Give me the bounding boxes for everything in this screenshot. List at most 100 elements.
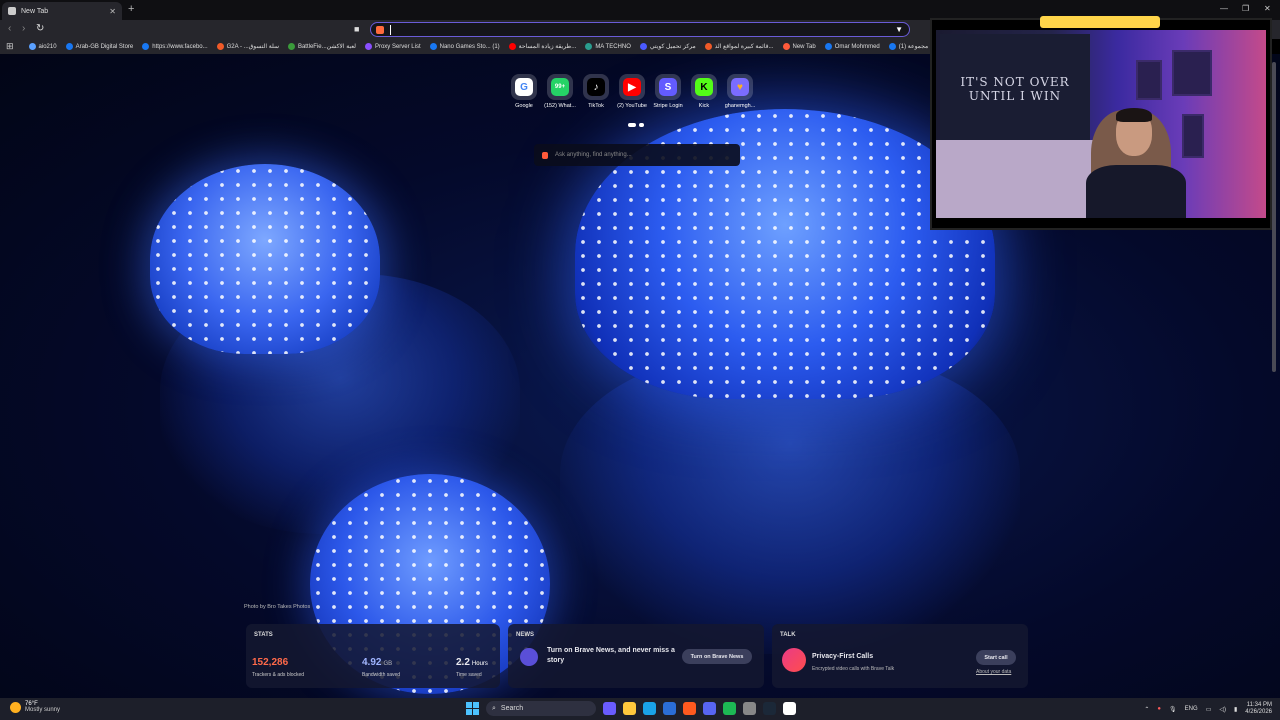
site-label: Kick xyxy=(698,103,710,109)
tray-app-icon[interactable]: ● xyxy=(1157,706,1161,712)
top-sites-pager[interactable] xyxy=(628,123,644,127)
site-glyph: G xyxy=(515,78,533,96)
top-site-tile[interactable]: K Kick xyxy=(690,74,718,109)
turn-on-news-button[interactable]: Turn on Brave News xyxy=(682,649,752,664)
talk-heading: Privacy-First Calls xyxy=(812,653,874,660)
address-bar[interactable]: ▼ xyxy=(370,22,910,37)
taskbar-app-icon[interactable] xyxy=(703,702,716,715)
taskbar-app-icon[interactable] xyxy=(663,702,676,715)
bookmark-label: طريقة زيادة المساحة... xyxy=(518,44,577,50)
bookmark-item[interactable]: قائمة كبيرة لمواقع الذ... xyxy=(704,43,774,50)
top-site-tile[interactable]: 99+ (152) What... xyxy=(544,74,576,109)
bookmark-item[interactable]: (1) مجموعة ... xyxy=(888,43,930,50)
minimize-button[interactable]: — xyxy=(1220,4,1228,13)
tab-new-tab[interactable]: New Tab ✕ xyxy=(2,2,122,20)
top-sites: G Google 99+ (152) What... ♪ TikTok ▶ (2) YouTu… xyxy=(510,74,755,109)
taskbar-app-icon[interactable] xyxy=(643,702,656,715)
forward-icon[interactable]: › xyxy=(22,23,25,34)
top-site-tile[interactable]: ▶ (2) YouTube xyxy=(617,74,647,109)
about-data-link[interactable]: About your data xyxy=(976,669,1011,675)
time-desc: Time saved xyxy=(456,672,482,678)
ask-input[interactable]: Ask anything, find anything... xyxy=(534,144,740,166)
bookmark-item[interactable]: MA TECHNO xyxy=(585,43,631,50)
bookmark-favicon-icon xyxy=(508,43,516,50)
back-icon[interactable]: ‹ xyxy=(8,23,11,34)
taskbar: 76°F Mostly sunny ⌕ Search ⌃ ● 🎙 ENG ▭ ◁… xyxy=(0,698,1280,720)
trackers-value: 152,286 xyxy=(252,657,289,668)
bookmark-favicon-icon xyxy=(704,43,712,50)
webcam-feed: IT'S NOT OVER UNTIL I WIN xyxy=(936,30,1266,218)
brave-shields-icon[interactable]: ▼ xyxy=(895,25,903,34)
webcam-frame-accent xyxy=(1040,16,1160,28)
bookmark-item[interactable]: aio210 xyxy=(28,43,57,50)
site-icon: ▶ xyxy=(619,74,645,100)
bookmarks-bar: ⊞ aio210 Arab-GB Digital Store https://www… xyxy=(0,39,930,54)
bookmark-favicon-icon xyxy=(65,43,73,50)
scrollbar[interactable] xyxy=(1272,62,1276,372)
volume-icon[interactable]: ◁) xyxy=(1219,706,1226,713)
bookmark-item[interactable]: Proxy Server List xyxy=(364,43,421,50)
weather-desc: Mostly sunny xyxy=(25,707,61,713)
chevron-up-icon[interactable]: ⌃ xyxy=(1144,706,1149,713)
bookmark-label: aio210 xyxy=(38,43,57,50)
apps-grid-icon[interactable]: ⊞ xyxy=(6,41,14,52)
bookmark-label: Nano Games Sto... (1) xyxy=(439,43,500,50)
site-icon: 99+ xyxy=(547,74,573,100)
top-site-tile[interactable]: S Stripe Login xyxy=(653,74,683,109)
trackers-desc: Trackers & ads blocked xyxy=(252,672,305,678)
bookmark-item[interactable]: مركز تحميل كويتي xyxy=(639,43,696,50)
taskbar-app-icon[interactable] xyxy=(743,702,756,715)
bookmark-item[interactable]: BattleFie...لعبة الاكشن xyxy=(287,43,356,50)
news-title: NEWS xyxy=(516,632,534,638)
clock[interactable]: 11:34 PM 4/26/2026 xyxy=(1245,702,1272,716)
top-site-tile[interactable]: ♥ ghanemgh... xyxy=(725,74,755,109)
background-image xyxy=(150,164,380,354)
windows-start-icon[interactable] xyxy=(466,702,479,715)
background-image xyxy=(560,354,1020,654)
pager-dot[interactable] xyxy=(628,123,636,127)
close-tab-icon[interactable]: ✕ xyxy=(109,7,116,16)
bookmark-item[interactable]: Arab-GB Digital Store xyxy=(65,43,133,50)
site-info-icon[interactable] xyxy=(376,26,384,34)
bookmark-label: https://www.facebo... xyxy=(152,43,208,50)
language-indicator[interactable]: ENG xyxy=(1185,706,1198,712)
network-icon[interactable]: ▭ xyxy=(1206,706,1212,713)
battery-icon[interactable]: ▮ xyxy=(1234,706,1237,713)
taskbar-search[interactable]: ⌕ Search xyxy=(486,701,596,716)
taskbar-app-icon[interactable] xyxy=(623,702,636,715)
top-site-tile[interactable]: G Google xyxy=(510,74,538,109)
bookmark-item[interactable]: Nano Games Sto... (1) xyxy=(429,43,500,50)
bookmark-label: G2A - ...سلة التسوق xyxy=(226,44,279,50)
bookmark-item[interactable]: Omar Mohmmed xyxy=(824,43,880,50)
bookmark-icon[interactable]: ■ xyxy=(354,24,359,34)
taskbar-apps: ⌕ Search xyxy=(466,701,796,716)
wall-banner: IT'S NOT OVER UNTIL I WIN xyxy=(940,34,1090,144)
streamer-hair xyxy=(1116,108,1152,122)
top-site-tile[interactable]: ♪ TikTok xyxy=(582,74,610,109)
bookmark-label: Proxy Server List xyxy=(374,43,421,50)
pager-dot[interactable] xyxy=(639,123,644,127)
bookmark-item[interactable]: https://www.facebo... xyxy=(142,43,208,50)
bandwidth-desc: Bandwidth saved xyxy=(362,672,401,678)
weather-widget[interactable]: 76°F Mostly sunny xyxy=(10,701,60,713)
site-glyph: K xyxy=(695,78,713,96)
time-unit: Hours xyxy=(471,661,488,667)
microphone-icon[interactable]: 🎙 xyxy=(1169,706,1177,713)
taskbar-search-label: Search xyxy=(500,705,524,712)
time-value: 2.2 xyxy=(456,657,470,668)
taskbar-app-icon[interactable] xyxy=(783,702,796,715)
new-tab-button[interactable]: + xyxy=(128,3,134,15)
maximize-button[interactable]: ❐ xyxy=(1242,4,1249,13)
news-card: NEWS Turn on Brave News, and never miss … xyxy=(508,624,764,688)
reload-icon[interactable]: ↻ xyxy=(36,23,44,34)
close-window-button[interactable]: ✕ xyxy=(1264,4,1271,13)
photo-credit[interactable]: Photo by Bro Takes Photos xyxy=(244,604,310,610)
taskbar-app-icon[interactable] xyxy=(723,702,736,715)
start-call-button[interactable]: Start call xyxy=(976,650,1016,665)
bookmark-item[interactable]: طريقة زيادة المساحة... xyxy=(508,43,577,50)
taskbar-app-icon[interactable] xyxy=(763,702,776,715)
bookmark-item[interactable]: New Tab xyxy=(782,43,816,50)
taskbar-app-icon[interactable] xyxy=(603,702,616,715)
bookmark-item[interactable]: G2A - ...سلة التسوق xyxy=(216,43,279,50)
taskbar-app-icon[interactable] xyxy=(683,702,696,715)
